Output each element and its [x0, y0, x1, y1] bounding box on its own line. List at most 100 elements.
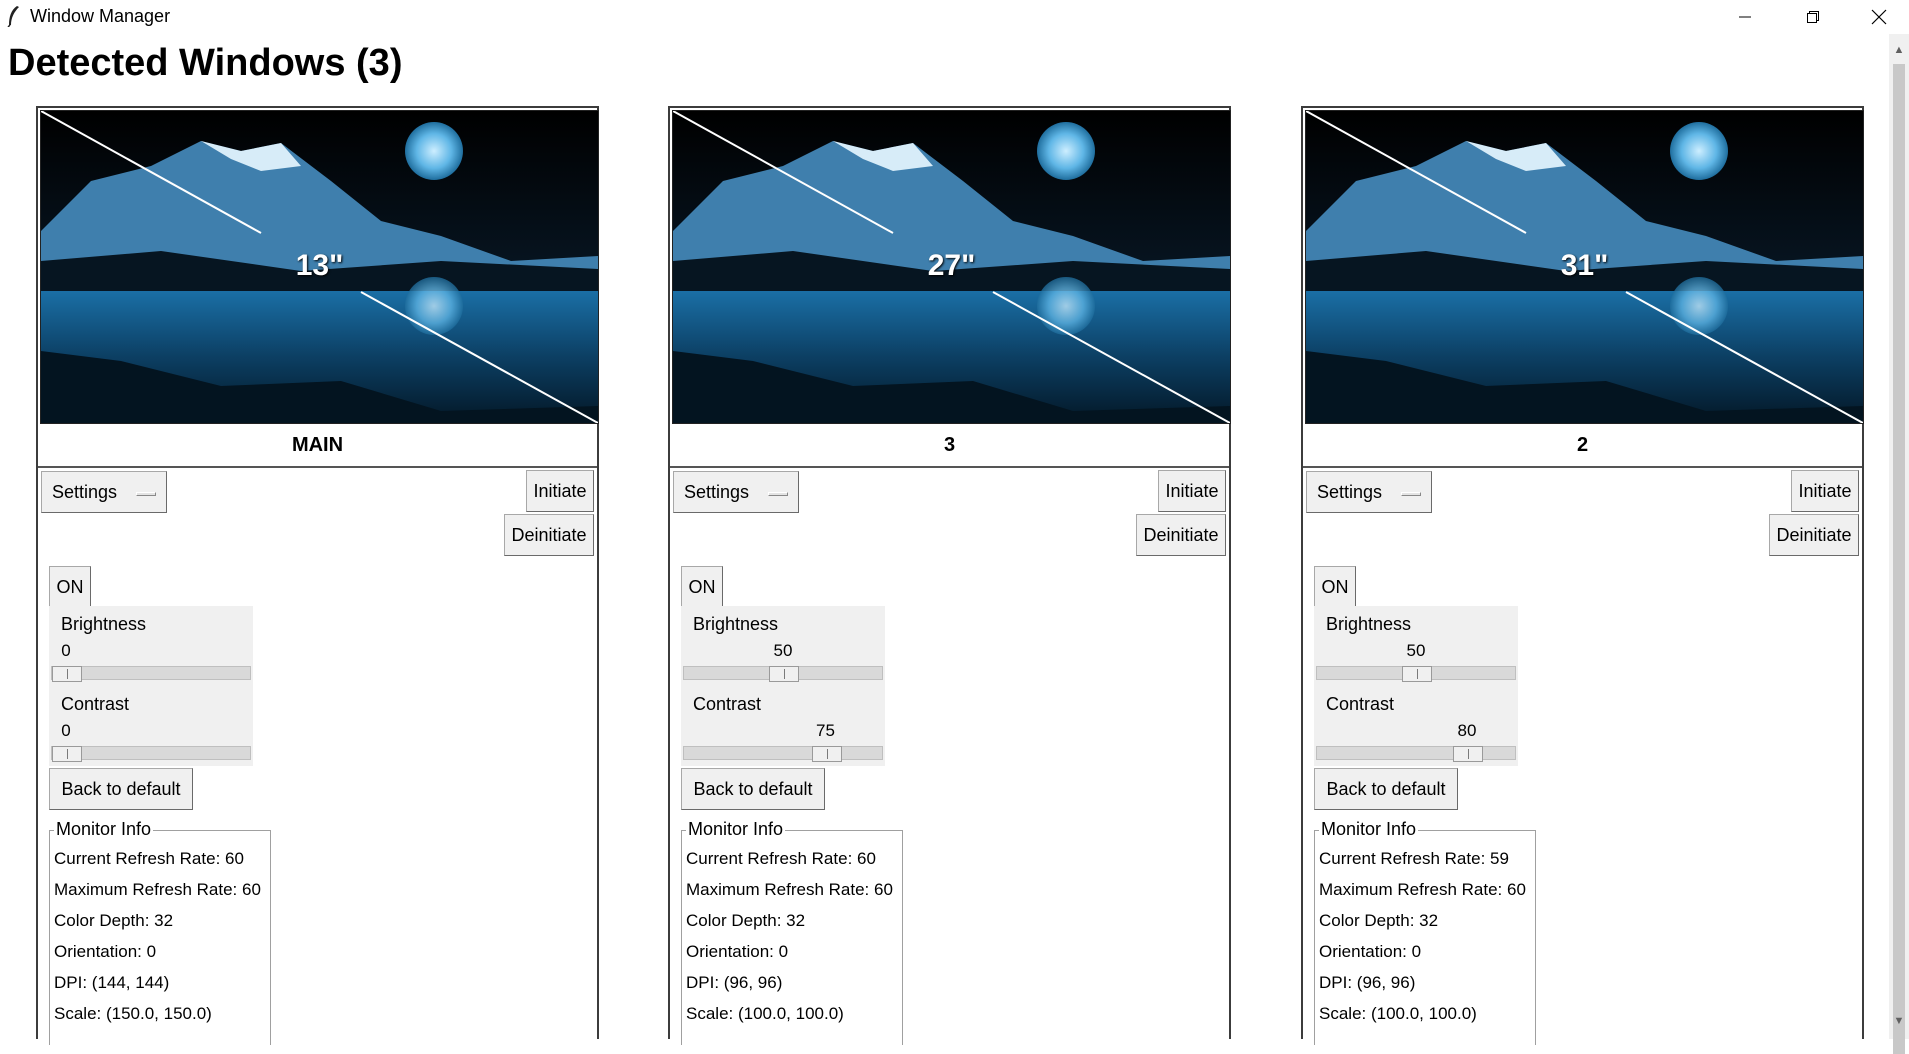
divider — [1303, 466, 1862, 468]
contrast-trough[interactable] — [51, 746, 251, 762]
power-toggle-button[interactable]: ON — [681, 566, 723, 608]
deinitiate-button[interactable]: Deinitiate — [504, 514, 594, 556]
monitor-info-line: Current Refresh Rate: 59 — [1319, 849, 1509, 868]
monitor-info-line: DPI: (144, 144) — [54, 973, 170, 992]
back-to-default-button[interactable]: Back to default — [681, 768, 825, 810]
monitor-panel-2: 27" 3 Settings Initiate Deinitiate ON Br… — [668, 106, 1231, 1045]
scroll-thumb[interactable] — [1893, 64, 1905, 1054]
contrast-label: Contrast — [61, 694, 130, 714]
menu-indicator-icon — [136, 492, 156, 496]
initiate-button[interactable]: Initiate — [1158, 470, 1226, 512]
monitor-panel-1: 13" MAIN Settings Initiate Deinitiate ON… — [36, 106, 599, 1045]
monitor-name: 2 — [1576, 434, 1589, 456]
divider — [38, 466, 597, 468]
contrast-slider: Contrast 0 — [49, 686, 253, 766]
brightness-trough[interactable] — [683, 666, 883, 682]
contrast-value: 80 — [1457, 721, 1477, 740]
brightness-label: Brightness — [693, 614, 779, 634]
monitor-preview: 31" — [1305, 110, 1864, 424]
minimize-icon — [1739, 16, 1751, 18]
brightness-thumb[interactable] — [1402, 666, 1432, 682]
contrast-thumb[interactable] — [811, 746, 842, 762]
contrast-thumb[interactable] — [52, 746, 82, 762]
monitor-info-line: Maximum Refresh Rate: 60 — [686, 880, 893, 899]
brightness-slider: Brightness 0 — [49, 606, 253, 686]
monitor-info-line: Orientation: 0 — [1319, 942, 1422, 961]
monitor-info-line: DPI: (96, 96) — [686, 973, 783, 992]
menu-indicator-icon — [768, 492, 788, 496]
brightness-label: Brightness — [1326, 614, 1412, 634]
monitor-size-label: 27" — [927, 249, 976, 282]
monitor-preview: 13" — [40, 110, 599, 424]
power-toggle-button[interactable]: ON — [1314, 566, 1356, 608]
restore-button[interactable] — [1780, 0, 1846, 34]
back-to-default-button[interactable]: Back to default — [49, 768, 193, 810]
brightness-value: 50 — [1406, 641, 1426, 660]
monitor-panel-3: 31" 2 Settings Initiate Deinitiate ON Br… — [1301, 106, 1864, 1045]
close-button[interactable] — [1846, 0, 1909, 34]
contrast-thumb[interactable] — [1453, 746, 1483, 762]
monitor-info-line: Color Depth: 32 — [686, 911, 806, 930]
scroll-down-icon[interactable]: ▼ — [1889, 1015, 1909, 1033]
monitor-info-line: Color Depth: 32 — [54, 911, 174, 930]
monitor-info-title: Monitor Info — [686, 819, 786, 840]
contrast-label: Contrast — [1326, 694, 1395, 714]
monitor-info-title: Monitor Info — [1319, 819, 1419, 840]
monitor-info-line: Scale: (150.0, 150.0) — [54, 1004, 212, 1023]
monitor-size-label: 13" — [295, 249, 344, 282]
contrast-trough[interactable] — [683, 746, 883, 762]
scroll-up-icon[interactable]: ▲ — [1889, 44, 1909, 62]
monitor-name: 3 — [943, 434, 956, 456]
monitor-info-line: Maximum Refresh Rate: 60 — [54, 880, 261, 899]
brightness-thumb[interactable] — [769, 666, 799, 682]
deinitiate-button[interactable]: Deinitiate — [1769, 514, 1859, 556]
settings-menu-button[interactable]: Settings — [1306, 471, 1432, 513]
contrast-value: 75 — [816, 721, 835, 740]
page-title: Detected Windows (3) — [8, 42, 403, 84]
initiate-button[interactable]: Initiate — [526, 470, 594, 512]
window-title: Window Manager — [30, 6, 171, 26]
close-icon — [1871, 9, 1887, 25]
monitor-name: MAIN — [291, 434, 344, 456]
divider — [670, 466, 1229, 468]
monitor-info-line: Current Refresh Rate: 60 — [54, 849, 244, 868]
brightness-value: 0 — [61, 641, 71, 660]
monitor-size-label: 31" — [1560, 249, 1609, 282]
settings-label: Settings — [684, 481, 750, 502]
brightness-slider: Brightness 50 — [1314, 606, 1518, 686]
monitor-info-title: Monitor Info — [54, 819, 154, 840]
monitor-preview: 27" — [672, 110, 1231, 424]
settings-menu-button[interactable]: Settings — [673, 471, 799, 513]
brightness-trough[interactable] — [51, 666, 251, 682]
title-bar: Window Manager — [0, 0, 1909, 34]
brightness-label: Brightness — [61, 614, 147, 634]
monitor-info-line: Maximum Refresh Rate: 60 — [1319, 880, 1526, 899]
settings-label: Settings — [52, 481, 118, 502]
monitor-info-line: Color Depth: 32 — [1319, 911, 1439, 930]
brightness-value: 50 — [773, 641, 793, 660]
contrast-slider: Contrast 75 — [681, 686, 885, 766]
monitor-info-line: Scale: (100.0, 100.0) — [686, 1004, 844, 1023]
deinitiate-button[interactable]: Deinitiate — [1136, 514, 1226, 556]
brightness-slider: Brightness 50 — [681, 606, 885, 686]
feather-icon — [7, 6, 19, 27]
monitor-info-line: Scale: (100.0, 100.0) — [1319, 1004, 1477, 1023]
menu-indicator-icon — [1401, 492, 1421, 496]
contrast-trough[interactable] — [1316, 746, 1516, 762]
contrast-slider: Contrast 80 — [1314, 686, 1518, 766]
monitor-info-line: DPI: (96, 96) — [1319, 973, 1416, 992]
vertical-scrollbar[interactable]: ▲ ▼ — [1889, 34, 1909, 1054]
monitor-info-line: Orientation: 0 — [54, 942, 157, 961]
brightness-trough[interactable] — [1316, 666, 1516, 682]
minimize-button[interactable] — [1712, 0, 1778, 34]
monitor-info-group: Monitor Info Current Refresh Rate: 60 Max… — [681, 819, 903, 1045]
initiate-button[interactable]: Initiate — [1791, 470, 1859, 512]
settings-menu-button[interactable]: Settings — [41, 471, 167, 513]
brightness-thumb[interactable] — [52, 666, 82, 682]
monitor-info-line: Orientation: 0 — [686, 942, 789, 961]
contrast-value: 0 — [61, 721, 71, 740]
back-to-default-button[interactable]: Back to default — [1314, 768, 1458, 810]
settings-label: Settings — [1317, 481, 1383, 502]
power-toggle-button[interactable]: ON — [49, 566, 91, 608]
contrast-label: Contrast — [693, 694, 762, 714]
